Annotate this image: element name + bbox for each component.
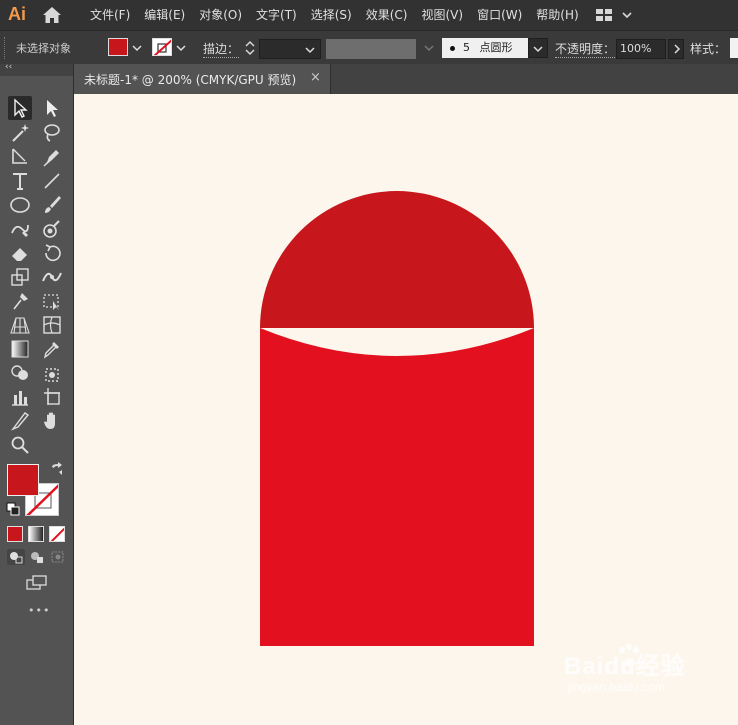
document-tab-bar: 未标题-1* @ 200% (CMYK/GPU 预览) × <box>74 64 738 94</box>
eraser-tool-icon[interactable] <box>8 241 32 265</box>
chevron-right-icon <box>674 44 681 54</box>
menu-file[interactable]: 文件(F) <box>90 0 130 30</box>
variable-width-profile[interactable] <box>326 39 416 59</box>
ellipse-tool-icon[interactable] <box>8 193 32 217</box>
style-label: 样式： <box>690 42 727 56</box>
edit-toolbar-button[interactable]: ••• <box>28 604 50 617</box>
chevron-down-icon <box>305 47 315 54</box>
red-envelope-body <box>260 328 534 646</box>
gradient-mode-button[interactable] <box>28 526 44 542</box>
menu-type[interactable]: 文字(T) <box>256 0 297 30</box>
tools-panel-header: ‹‹ <box>0 62 73 76</box>
chevron-down-icon[interactable] <box>175 43 187 53</box>
width-tool-icon[interactable] <box>40 265 64 289</box>
magic-wand-tool-icon[interactable] <box>8 121 32 145</box>
paintbrush-tool-icon[interactable] <box>40 193 64 217</box>
stroke-weight-spinner-icon[interactable] <box>243 39 257 57</box>
menu-object[interactable]: 对象(O) <box>199 0 242 30</box>
document-tab-title: 未标题-1* @ 200% (CMYK/GPU 预览) <box>84 73 297 87</box>
free-transform-tool-icon[interactable] <box>40 289 64 313</box>
artboard-canvas[interactable]: Baidu经验 jingyan.baidu.com <box>74 94 738 725</box>
opacity-field[interactable]: 100% <box>616 39 666 59</box>
menu-view[interactable]: 视图(V) <box>421 0 463 30</box>
control-bar: 未选择对象 描边： 5 点圆形 不透明度： 100% 样式： <box>0 30 738 66</box>
menu-help[interactable]: 帮助(H) <box>536 0 578 30</box>
shaper-tool-icon[interactable] <box>8 217 32 241</box>
line-segment-tool-icon[interactable] <box>40 169 64 193</box>
chevron-down-icon[interactable] <box>131 43 143 53</box>
tools-panel: ‹‹ ••• <box>0 62 74 725</box>
blob-brush-tool-icon[interactable] <box>40 217 64 241</box>
brush-size: 5 <box>463 41 470 54</box>
puppet-warp-tool-icon[interactable] <box>8 289 32 313</box>
menu-select[interactable]: 选择(S) <box>311 0 352 30</box>
red-semicircle <box>260 191 534 328</box>
default-fill-stroke-icon[interactable] <box>6 502 20 516</box>
opacity-arrow-button[interactable] <box>668 39 684 59</box>
menu-window[interactable]: 窗口(W) <box>477 0 522 30</box>
lasso-tool-icon[interactable] <box>40 121 64 145</box>
fill-swatch[interactable] <box>108 38 128 56</box>
menu-bar: Ai 文件(F) 编辑(E) 对象(O) 文字(T) 选择(S) 效果(C) 视… <box>0 0 738 30</box>
artwork <box>260 191 534 646</box>
gradient-tool-icon[interactable] <box>8 337 32 361</box>
eyedropper-tool-icon[interactable] <box>40 337 64 361</box>
hand-tool-icon[interactable] <box>40 409 64 433</box>
stroke-label[interactable]: 描边： <box>203 40 240 58</box>
swap-fill-stroke-icon[interactable] <box>50 462 64 476</box>
opacity-label[interactable]: 不透明度： <box>555 40 616 58</box>
color-mode-button[interactable] <box>7 526 23 542</box>
watermark-brand: Baidu经验 <box>564 653 686 680</box>
chevron-down-icon <box>533 46 543 53</box>
direct-selection-tool-icon[interactable] <box>40 96 64 120</box>
close-tab-icon[interactable]: × <box>310 70 321 85</box>
selection-tool-icon[interactable] <box>8 96 32 120</box>
draw-inside-icon[interactable] <box>49 549 67 565</box>
graphic-style-swatch[interactable] <box>730 38 738 58</box>
collapse-panel-button[interactable]: ‹‹ <box>5 62 12 72</box>
live-paint-bucket-icon[interactable] <box>40 361 64 385</box>
mesh-tool-icon[interactable] <box>40 313 64 337</box>
draw-behind-icon[interactable] <box>28 549 46 565</box>
draw-normal-icon[interactable] <box>7 549 25 565</box>
selection-status: 未选择对象 <box>16 42 71 55</box>
stroke-swatch[interactable] <box>152 38 172 56</box>
chevron-down-icon[interactable] <box>423 43 435 53</box>
perspective-grid-tool-icon[interactable] <box>8 313 32 337</box>
column-graph-tool-icon[interactable] <box>8 385 32 409</box>
pen-anchor-tool-icon[interactable] <box>8 145 32 169</box>
app-logo: Ai <box>8 4 26 24</box>
panel-grip[interactable] <box>4 37 8 59</box>
menu-effect[interactable]: 效果(C) <box>366 0 408 30</box>
slice-tool-icon[interactable] <box>8 409 32 433</box>
artboard-tool-icon[interactable] <box>40 385 64 409</box>
document-tab[interactable]: 未标题-1* @ 200% (CMYK/GPU 预览) × <box>74 64 331 94</box>
stroke-weight-field[interactable] <box>259 39 321 59</box>
type-tool-icon[interactable] <box>8 169 32 193</box>
fill-color-indicator[interactable] <box>7 464 39 496</box>
zoom-tool-icon[interactable] <box>8 433 32 457</box>
rotate-tool-icon[interactable] <box>40 241 64 265</box>
menu-edit[interactable]: 编辑(E) <box>144 0 185 30</box>
brush-dot-icon <box>450 45 455 51</box>
brush-definition[interactable]: 5 点圆形 <box>442 38 528 58</box>
scale-tool-icon[interactable] <box>8 265 32 289</box>
none-mode-button[interactable] <box>49 526 65 542</box>
watermark-url: jingyan.baidu.com <box>568 680 665 694</box>
screen-mode-icon[interactable] <box>26 574 48 592</box>
main-menus: 文件(F) 编辑(E) 对象(O) 文字(T) 选择(S) 效果(C) 视图(V… <box>90 0 593 30</box>
brush-dropdown[interactable] <box>528 38 548 58</box>
brush-name: 点圆形 <box>479 41 513 54</box>
shape-builder-tool-icon[interactable] <box>8 361 32 385</box>
home-icon[interactable] <box>42 6 62 24</box>
workspace-switcher-icon[interactable] <box>596 8 634 22</box>
pen-tool-icon[interactable] <box>40 145 64 169</box>
